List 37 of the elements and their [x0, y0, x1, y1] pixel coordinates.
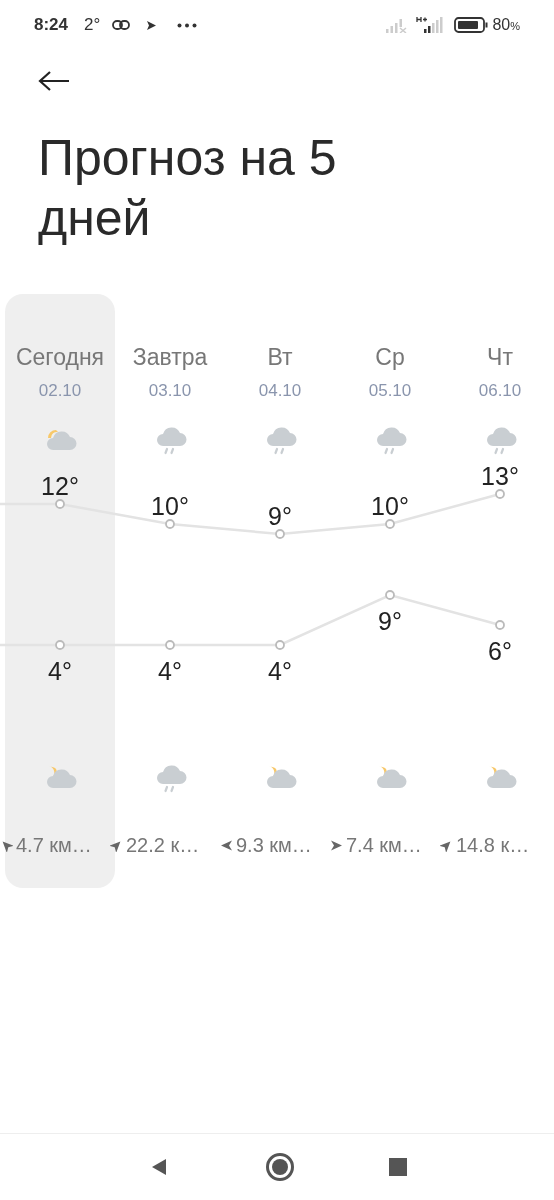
- day-name[interactable]: Чт: [487, 340, 513, 375]
- battery-level: 80%: [492, 15, 520, 35]
- day-name[interactable]: Сегодня: [15, 340, 105, 375]
- day-date: 03.10: [148, 380, 192, 402]
- status-temperature: 2°: [84, 14, 101, 37]
- high-temperature: 10°: [371, 491, 409, 522]
- play-icon: [146, 19, 158, 31]
- wind-speed: 7.4 км…: [346, 833, 422, 858]
- day-name[interactable]: Вт: [267, 340, 293, 375]
- high-temperature: 13°: [481, 461, 519, 492]
- high-temperature: 12°: [41, 471, 79, 502]
- page-title: Прогноз на 5 дней: [38, 129, 338, 248]
- day-date: 02.10: [38, 380, 82, 402]
- status-time: 8:24: [34, 14, 69, 37]
- day-date: 05.10: [368, 380, 412, 402]
- wind-speed: 14.8 к…: [456, 833, 530, 858]
- back-button[interactable]: [38, 68, 72, 94]
- back-arrow-icon: [38, 70, 70, 92]
- link-icon: [112, 20, 131, 30]
- day-name[interactable]: Ср: [375, 340, 405, 375]
- low-temperature: 4°: [268, 656, 292, 687]
- battery-icon: [454, 17, 489, 33]
- low-temperature: 9°: [378, 606, 402, 637]
- high-temperature: 10°: [151, 491, 189, 522]
- signal-icon: [386, 17, 409, 33]
- more-icon: [177, 22, 198, 28]
- wind-speed: 9.3 км…: [236, 833, 312, 858]
- wind-speed: 22.2 к…: [126, 833, 200, 858]
- wind-speed: 4.7 км…: [16, 833, 92, 858]
- low-temperature: 4°: [158, 656, 182, 687]
- day-date: 04.10: [258, 380, 302, 402]
- low-temperature: 4°: [48, 656, 72, 687]
- day-date: 06.10: [478, 380, 522, 402]
- home-button[interactable]: [266, 1153, 294, 1181]
- low-temperature: 6°: [488, 636, 512, 667]
- high-temperature: 9°: [268, 501, 292, 532]
- day-name[interactable]: Завтра: [132, 340, 208, 375]
